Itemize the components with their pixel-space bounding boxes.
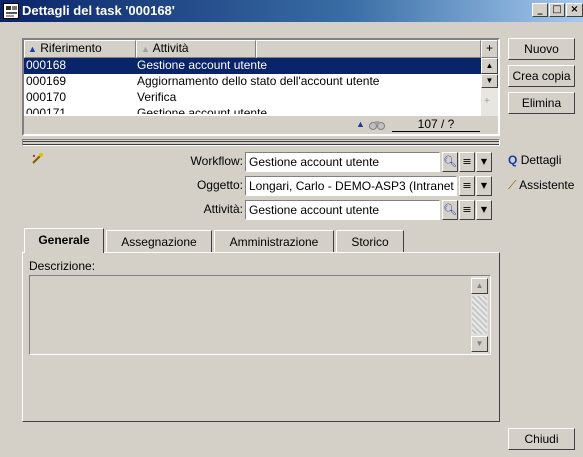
- list-icon[interactable]: ≡: [459, 200, 475, 220]
- wizard-button[interactable]: ⟋ Assistente: [508, 175, 583, 195]
- delete-button[interactable]: Elimina: [508, 92, 575, 114]
- add-column-button[interactable]: +: [481, 40, 498, 58]
- scroll-track[interactable]: [472, 296, 487, 334]
- minimize-icon[interactable]: _: [532, 3, 548, 17]
- search-icon[interactable]: 🔍︎: [442, 152, 458, 172]
- dropdown-icon[interactable]: ▼: [476, 152, 492, 172]
- details-button[interactable]: Q Dettagli: [508, 150, 578, 170]
- table-row[interactable]: 000168 Gestione account utente: [24, 58, 481, 74]
- row-activity: Aggiornamento dello stato dell'account u…: [137, 74, 380, 88]
- description-label: Descrizione:: [29, 259, 96, 273]
- maximize-icon[interactable]: □: [549, 3, 565, 17]
- description-field[interactable]: ▲ ▼: [29, 275, 491, 355]
- table-row[interactable]: 000171 Gestione account utente: [24, 106, 481, 114]
- column-header-label: Attività: [152, 41, 189, 55]
- window-title: Dettagli del task '000168': [22, 3, 175, 18]
- dropdown-icon[interactable]: ▼: [476, 176, 492, 196]
- list-icon[interactable]: ≡: [459, 152, 475, 172]
- tab-administration[interactable]: Amministrazione: [214, 230, 334, 253]
- activity-field[interactable]: Gestione account utente: [245, 200, 440, 220]
- workflow-field[interactable]: Gestione account utente: [245, 152, 440, 172]
- scroll-up-icon[interactable]: ▲: [481, 58, 498, 74]
- sort-ascending-icon: ▲: [28, 44, 37, 54]
- close-icon[interactable]: ×: [566, 3, 583, 17]
- details-button-label: Dettagli: [520, 153, 562, 167]
- tab-general[interactable]: Generale: [24, 228, 104, 253]
- splitter-bar[interactable]: [22, 139, 500, 146]
- app-icon: [3, 3, 19, 19]
- row-reference: 000170: [26, 90, 67, 104]
- table-row[interactable]: 000170 Verifica: [24, 90, 481, 106]
- search-icon[interactable]: 🔍︎: [442, 200, 458, 220]
- task-list[interactable]: ▲ Riferimento ▲ Attività + 000168 Gestio…: [22, 38, 500, 136]
- scroll-down-icon[interactable]: ▼: [481, 74, 498, 88]
- object-label: Oggetto:: [196, 178, 243, 192]
- tab-assignment[interactable]: Assegnazione: [106, 230, 212, 253]
- row-activity: Verifica: [137, 90, 177, 104]
- list-icon[interactable]: ≡: [459, 176, 475, 196]
- copy-button[interactable]: Crea copia: [508, 65, 575, 87]
- workflow-label: Workflow:: [190, 154, 243, 168]
- row-reference: 000168: [26, 58, 67, 72]
- scroll-down-icon[interactable]: ▼: [471, 336, 488, 352]
- dropdown-icon[interactable]: ▼: [476, 200, 492, 220]
- row-reference: 000171: [26, 106, 67, 114]
- column-header-label: Riferimento: [40, 41, 102, 55]
- close-button[interactable]: Chiudi: [508, 428, 575, 450]
- column-header-activity[interactable]: ▲ Attività: [136, 40, 256, 58]
- row-reference: 000169: [26, 74, 67, 88]
- wand-icon: ⟋: [508, 178, 517, 192]
- row-activity: Gestione account utente: [137, 58, 268, 72]
- column-header-empty: [256, 40, 481, 58]
- nav-up-icon[interactable]: ▲: [356, 119, 365, 129]
- scroll-up-icon[interactable]: ▲: [471, 278, 488, 294]
- sort-none-icon: ▲: [141, 44, 150, 54]
- tab-history[interactable]: Storico: [336, 230, 404, 253]
- activity-label: Attività:: [203, 202, 243, 216]
- object-field[interactable]: Longari, Carlo - DEMO-ASP3 (Intranet: [245, 176, 457, 196]
- tab-panel-general: Descrizione: ▲ ▼: [22, 252, 500, 422]
- title-bar: Dettagli del task '000168' _ □ ×: [0, 0, 583, 22]
- binoculars-icon[interactable]: [369, 117, 385, 131]
- table-row[interactable]: 000169 Aggiornamento dello stato dell'ac…: [24, 74, 481, 90]
- magnifier-icon: Q: [508, 153, 518, 167]
- row-activity: Gestione account utente: [137, 106, 268, 114]
- wizard-button-label: Assistente: [519, 178, 575, 192]
- column-header-reference[interactable]: ▲ Riferimento: [24, 40, 136, 58]
- new-button[interactable]: Nuovo: [508, 38, 575, 60]
- description-scrollbar[interactable]: ▲ ▼: [471, 276, 488, 354]
- scroll-plus-icon: +: [484, 96, 490, 107]
- magic-wand-icon: [30, 152, 44, 166]
- record-counter: 107 / ?: [392, 117, 480, 132]
